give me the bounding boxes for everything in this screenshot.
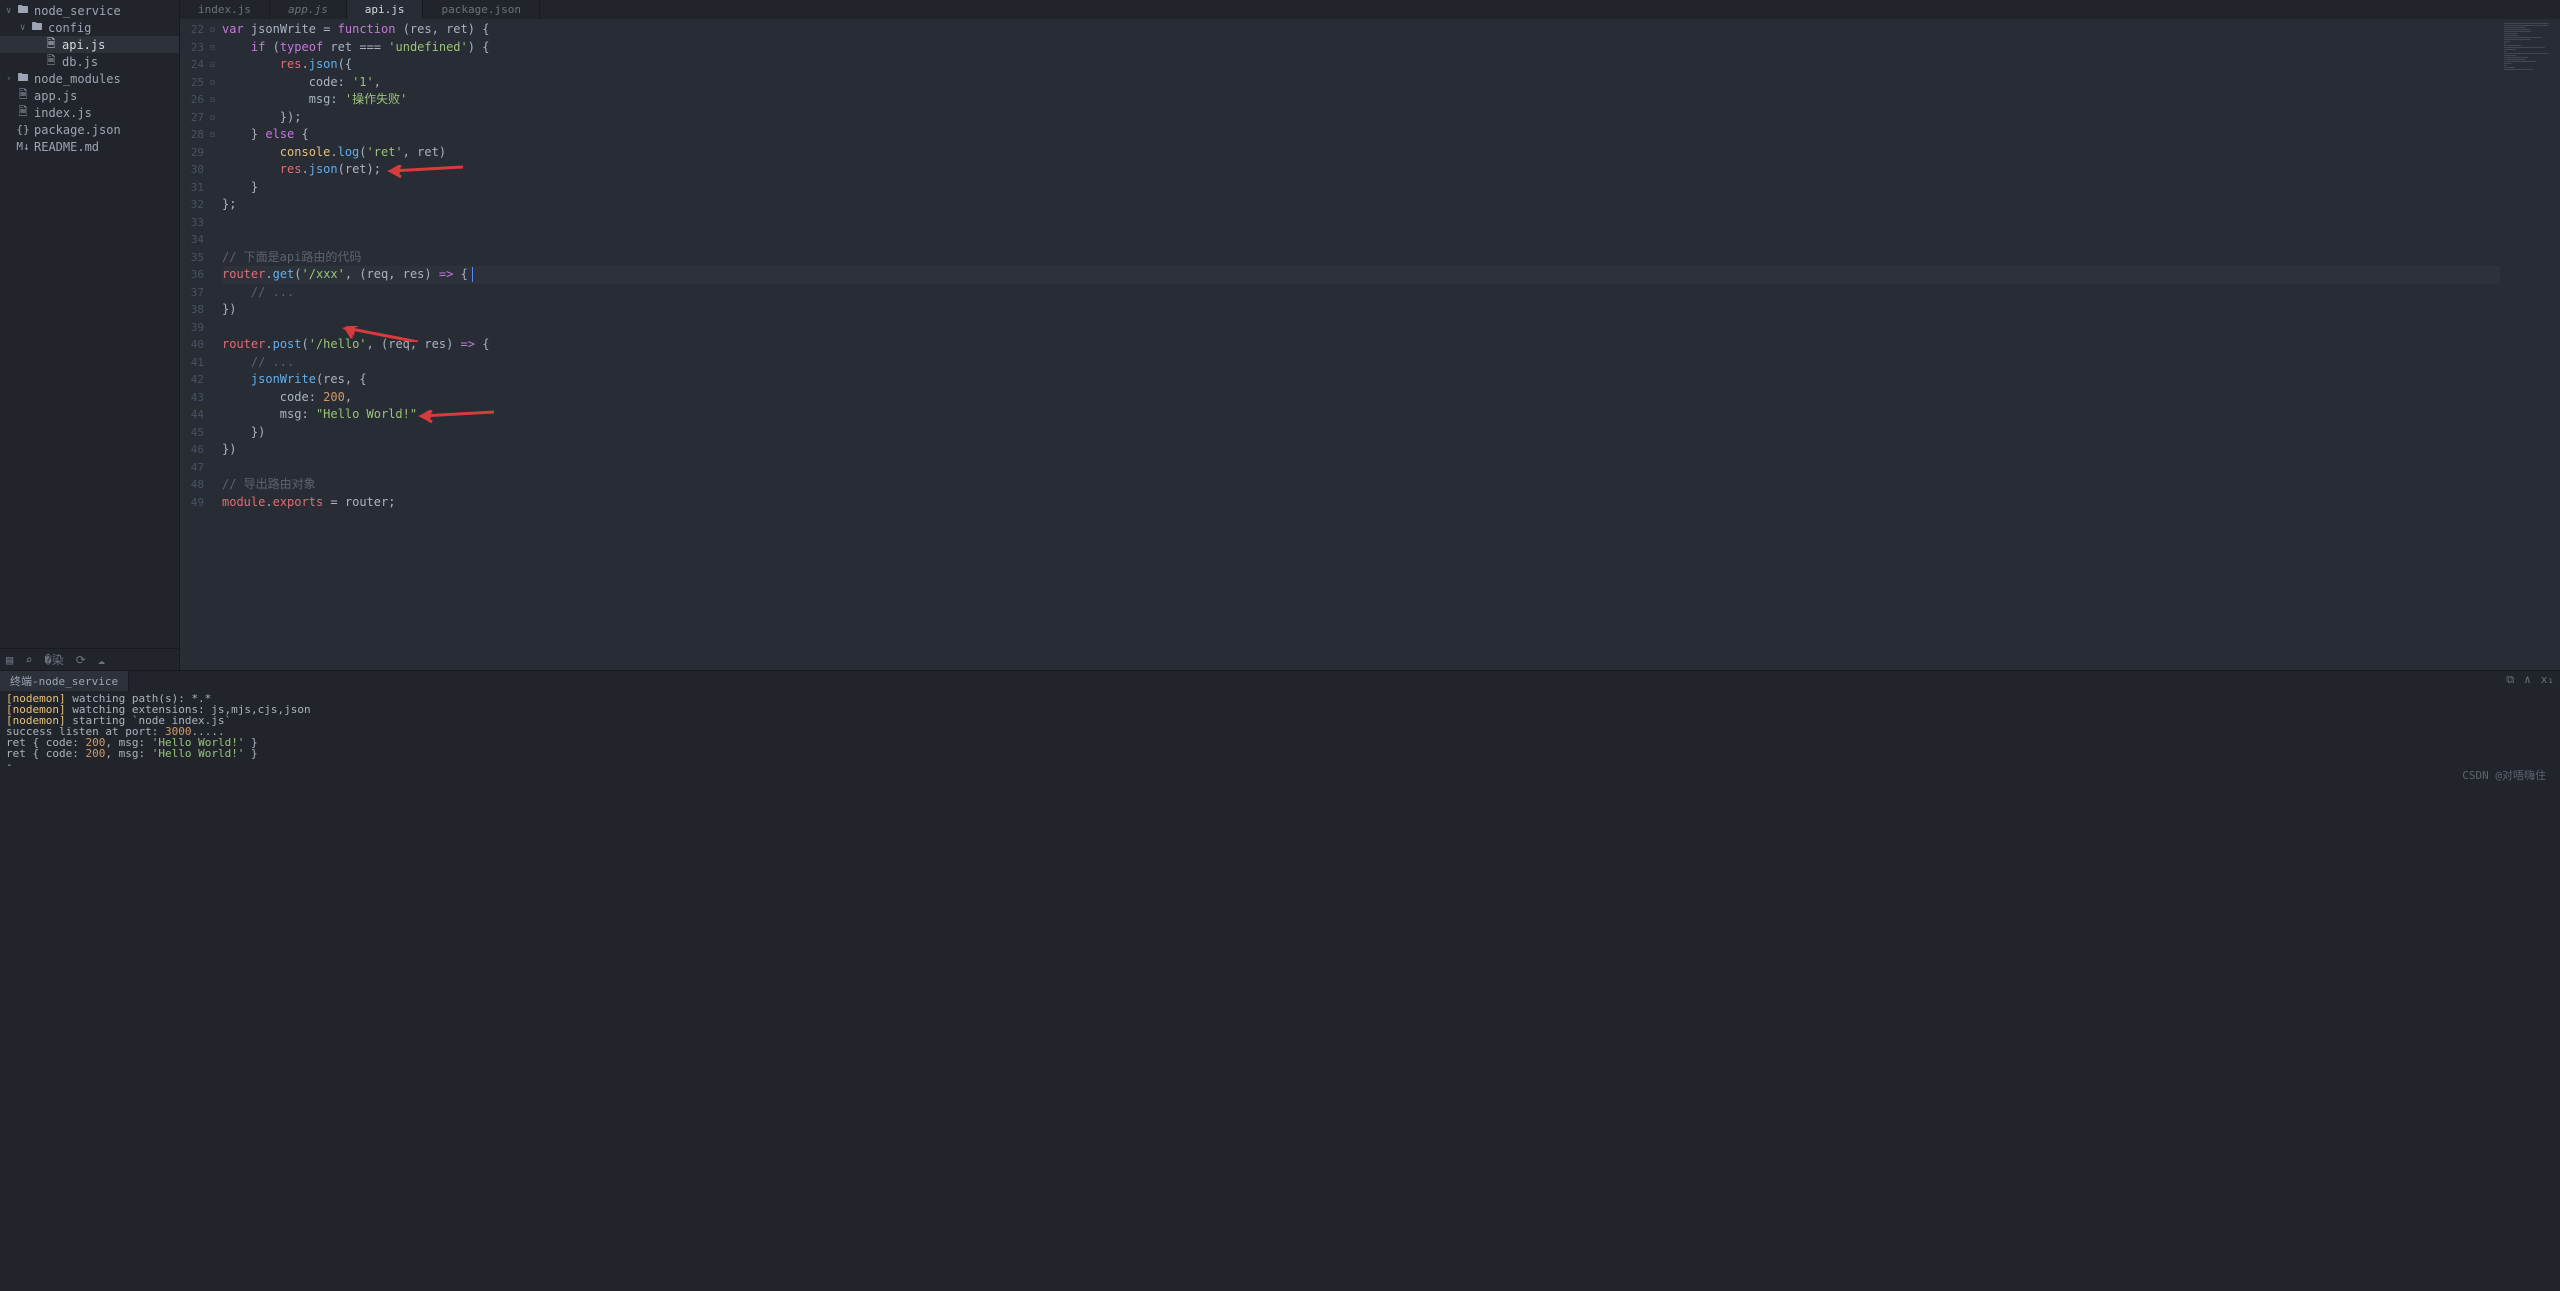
code-line-40[interactable]: router.post('/hello', (req, res) => { xyxy=(222,336,2500,354)
terminal-actions: ⧉ ∧ x₁ xyxy=(2506,673,2554,687)
md-icon: M↓ xyxy=(16,140,30,153)
code-line-37[interactable]: // ... xyxy=(222,284,2500,302)
tree-item-label: app.js xyxy=(34,89,77,103)
minimap[interactable]: ▬▬▬▬▬▬▬▬▬▬▬▬▬▬▬▬▬▬▬▬▬▬▬▬▬▬▬▬▬▬▬▬▬▬▬▬▬▬▬▬… xyxy=(2500,19,2560,670)
file-explorer-sidebar: ∨🖿node_service∨🖿config🗎api.js🗎db.js›🖿nod… xyxy=(0,0,180,670)
code-line-23[interactable]: if (typeof ret === 'undefined') { xyxy=(222,39,2500,57)
code-line-30[interactable]: res.json(ret); xyxy=(222,161,2500,179)
tree-item-index-js[interactable]: 🗎 index.js xyxy=(0,104,179,121)
line-number-gutter: 2223242526272829303132333435363738394041… xyxy=(180,19,210,670)
code-line-38[interactable]: }) xyxy=(222,301,2500,319)
tab-package-json[interactable]: package.json xyxy=(423,0,539,19)
sync-icon[interactable]: ⟳ xyxy=(76,653,86,667)
terminal-output[interactable]: [nodemon] watching path(s): *.* [nodemon… xyxy=(0,691,2560,785)
code-line-47[interactable] xyxy=(222,459,2500,477)
code-line-34[interactable] xyxy=(222,231,2500,249)
caret-icon: ∨ xyxy=(20,23,30,33)
tree-item-label: db.js xyxy=(62,55,98,69)
code-line-31[interactable]: } xyxy=(222,179,2500,197)
debug-icon[interactable]: �染 xyxy=(44,651,63,668)
code-line-35[interactable]: // 下面是api路由的代码 xyxy=(222,249,2500,267)
folder-icon: 🖿 xyxy=(16,1,30,20)
close-terminal-icon[interactable]: x₁ xyxy=(2541,673,2554,687)
editor-area: index.jsapp.jsapi.jspackage.json 2223242… xyxy=(180,0,2560,670)
tree-item-label: package.json xyxy=(34,123,121,137)
code-line-39[interactable] xyxy=(222,319,2500,337)
fold-gutter[interactable]: ⊟⊟⊟⊟⊟⊟⊟ xyxy=(210,19,222,670)
caret-icon: › xyxy=(6,74,16,84)
file-icon: 🗎 xyxy=(44,52,58,71)
tab-index-js[interactable]: index.js xyxy=(180,0,270,19)
collapse-icon[interactable]: ∧ xyxy=(2524,673,2531,687)
tree-item-label: api.js xyxy=(62,38,105,52)
tree-item-label: node_service xyxy=(34,4,121,18)
json-icon: {} xyxy=(16,123,30,136)
tree-item-label: README.md xyxy=(34,140,99,154)
code-content[interactable]: var jsonWrite = function (res, ret) { if… xyxy=(222,19,2500,670)
code-line-24[interactable]: res.json({ xyxy=(222,56,2500,74)
annotation-arrow xyxy=(385,165,465,173)
search-icon[interactable]: ⌕ xyxy=(25,653,32,667)
tree-item-node-service[interactable]: ∨🖿 node_service xyxy=(0,2,179,19)
watermark: CSDN @对唔嗨住 xyxy=(2462,767,2546,783)
tab-api-js[interactable]: api.js xyxy=(347,0,424,19)
text-cursor xyxy=(472,267,473,282)
editor-body[interactable]: 2223242526272829303132333435363738394041… xyxy=(180,19,2560,670)
code-line-32[interactable]: }; xyxy=(222,196,2500,214)
tree-item-api-js[interactable]: 🗎api.js xyxy=(0,36,179,53)
new-terminal-icon[interactable]: ⧉ xyxy=(2506,673,2514,687)
code-line-26[interactable]: msg: '操作失败' xyxy=(222,91,2500,109)
code-line-28[interactable]: } else { xyxy=(222,126,2500,144)
code-line-48[interactable]: // 导出路由对象 xyxy=(222,476,2500,494)
code-line-42[interactable]: jsonWrite(res, { xyxy=(222,371,2500,389)
tree-item-label: node_modules xyxy=(34,72,121,86)
code-line-36[interactable]: router.get('/xxx', (req, res) => { xyxy=(222,266,2500,284)
tree-item-label: config xyxy=(48,21,91,35)
cloud-icon[interactable]: ☁ xyxy=(98,653,105,667)
folder-icon: 🖿 xyxy=(30,18,44,37)
tree-item-app-js[interactable]: 🗎app.js xyxy=(0,87,179,104)
code-line-43[interactable]: code: 200, xyxy=(222,389,2500,407)
terminal-tabs: 终端-node_service xyxy=(0,671,2560,691)
terminal-panel: 终端-node_service ⧉ ∧ x₁ [nodemon] watchin… xyxy=(0,670,2560,785)
tree-item-db-js[interactable]: 🗎 db.js xyxy=(0,53,179,70)
code-line-29[interactable]: console.log('ret', ret) xyxy=(222,144,2500,162)
annotation-arrow xyxy=(340,326,420,334)
file-tree[interactable]: ∨🖿node_service∨🖿config🗎api.js🗎db.js›🖿nod… xyxy=(0,0,179,648)
code-line-22[interactable]: var jsonWrite = function (res, ret) { xyxy=(222,21,2500,39)
tab-app-js[interactable]: app.js xyxy=(270,0,347,19)
editor-tabs: index.jsapp.jsapi.jspackage.json xyxy=(180,0,2560,19)
sidebar-footer: ▤ ⌕ �染 ⟳ ☁ xyxy=(0,648,179,670)
tree-item-readme-md[interactable]: M↓ README.md xyxy=(0,138,179,155)
code-line-33[interactable] xyxy=(222,214,2500,232)
caret-icon: ∨ xyxy=(6,6,16,16)
code-line-27[interactable]: }); xyxy=(222,109,2500,127)
code-line-49[interactable]: module.exports = router; xyxy=(222,494,2500,512)
annotation-arrow xyxy=(416,410,496,418)
tree-item-config[interactable]: ∨🖿 config xyxy=(0,19,179,36)
tree-item-label: index.js xyxy=(34,106,92,120)
code-line-41[interactable]: // ... xyxy=(222,354,2500,372)
tree-item-package-json[interactable]: {} package.json xyxy=(0,121,179,138)
code-line-25[interactable]: code: '1', xyxy=(222,74,2500,92)
code-line-46[interactable]: }) xyxy=(222,441,2500,459)
tree-item-node-modules[interactable]: ›🖿node_modules xyxy=(0,70,179,87)
files-icon[interactable]: ▤ xyxy=(6,653,13,667)
terminal-tab[interactable]: 终端-node_service xyxy=(0,671,129,691)
code-line-44[interactable]: msg: "Hello World!" xyxy=(222,406,2500,424)
code-line-45[interactable]: }) xyxy=(222,424,2500,442)
file-icon: 🗎 xyxy=(16,103,30,122)
